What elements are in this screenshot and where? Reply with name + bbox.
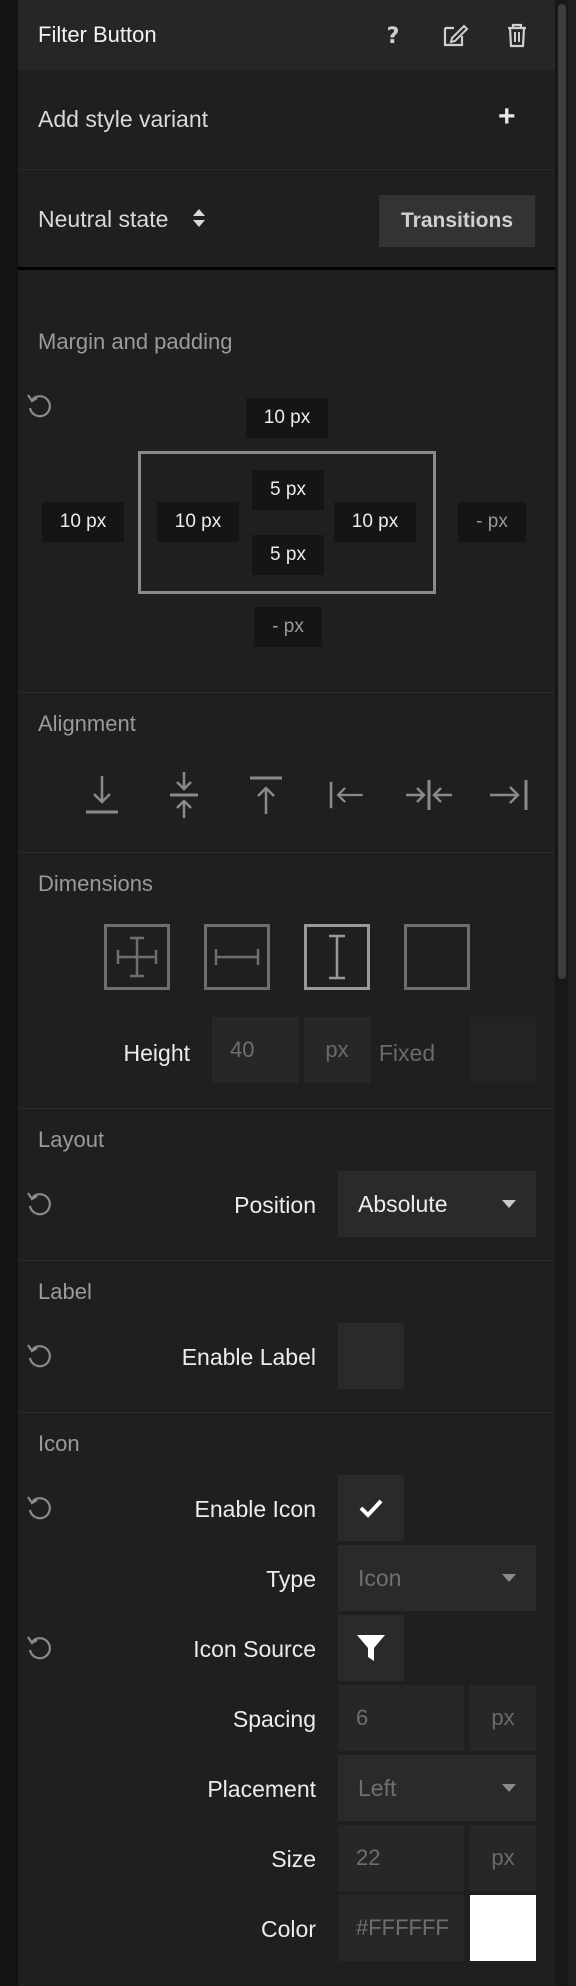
help-icon[interactable]: ? (378, 20, 408, 50)
padding-bottom-chip[interactable]: 5 px (252, 535, 324, 575)
type-label: Type (266, 1566, 316, 1592)
position-select[interactable]: Absolute (338, 1171, 536, 1237)
placement-select[interactable]: Left (338, 1755, 536, 1821)
add-variant-label: Add style variant (38, 106, 209, 132)
enable-icon-checkbox[interactable] (338, 1475, 404, 1541)
icon-source-label: Icon Source (193, 1636, 316, 1662)
enable-icon-label: Enable Icon (194, 1496, 316, 1522)
size-unit[interactable]: px (470, 1825, 536, 1891)
reset-icon[interactable] (26, 1190, 54, 1218)
position-value: Absolute (358, 1191, 448, 1217)
dimensions-title: Dimensions (38, 871, 153, 896)
icon-source-picker[interactable] (338, 1615, 404, 1681)
scrollbar-thumb[interactable] (558, 4, 566, 979)
align-top-icon[interactable] (244, 770, 288, 820)
margin-bottom-chip[interactable]: - px (254, 607, 322, 647)
color-input[interactable]: #FFFFFF (338, 1895, 464, 1961)
style-panel: Filter Button ? Add style variant + Neut… (16, 0, 556, 1986)
type-select[interactable]: Icon (338, 1545, 536, 1611)
reset-icon[interactable] (26, 1494, 54, 1522)
padding-right-chip[interactable]: 10 px (334, 502, 416, 542)
placement-value: Left (358, 1775, 397, 1801)
height-unit[interactable]: px (304, 1017, 370, 1083)
margin-right-chip[interactable]: - px (458, 502, 526, 542)
state-row: Neutral state Transitions (18, 170, 555, 270)
size-none-icon[interactable] (404, 924, 470, 990)
placement-label: Placement (207, 1776, 316, 1802)
align-left-icon[interactable] (324, 770, 368, 820)
enable-label-label: Enable Label (181, 1344, 316, 1370)
chevron-down-icon (502, 1784, 516, 1792)
spacing-input[interactable]: 6 (338, 1685, 464, 1751)
align-vertical-center-icon[interactable] (162, 770, 206, 820)
height-label: Height (123, 1040, 190, 1066)
chevron-down-icon (502, 1200, 516, 1208)
reset-icon[interactable] (26, 1634, 54, 1662)
panel-title: Filter Button (38, 22, 157, 47)
trash-icon[interactable] (502, 20, 532, 50)
add-variant-row[interactable]: Add style variant + (18, 70, 555, 170)
height-input[interactable]: 40 (212, 1017, 298, 1083)
fixed-label: Fixed (378, 1040, 436, 1066)
size-both-icon[interactable] (104, 924, 170, 990)
size-label: Size (271, 1846, 316, 1872)
alignment-title: Alignment (38, 711, 136, 736)
filter-icon (357, 1635, 385, 1661)
edit-icon[interactable] (440, 20, 470, 50)
scrollbar[interactable] (556, 0, 568, 1986)
checkmark-icon (359, 1499, 383, 1518)
type-value: Icon (358, 1565, 402, 1591)
spacing-label: Spacing (232, 1706, 316, 1732)
icon-title: Icon (38, 1431, 80, 1456)
size-height-icon[interactable] (304, 924, 370, 990)
color-label: Color (261, 1916, 316, 1942)
reset-icon[interactable] (26, 1342, 54, 1370)
state-select[interactable]: Neutral state (38, 206, 168, 233)
size-width-icon[interactable] (204, 924, 270, 990)
panel-header: Filter Button ? (18, 0, 555, 70)
plus-icon[interactable]: + (498, 102, 516, 132)
spacing-unit[interactable]: px (470, 1685, 536, 1751)
enable-label-checkbox[interactable] (338, 1323, 404, 1389)
margin-left-chip[interactable]: 10 px (42, 502, 124, 542)
color-swatch[interactable] (470, 1895, 536, 1961)
label-section: Label (18, 1261, 555, 1413)
reset-icon[interactable] (26, 392, 54, 420)
svg-text:?: ? (387, 24, 400, 49)
fixed-checkbox[interactable] (470, 1017, 536, 1083)
padding-top-chip[interactable]: 5 px (252, 470, 324, 510)
align-right-icon[interactable] (484, 770, 534, 820)
margin-padding-title: Margin and padding (38, 329, 233, 354)
padding-left-chip[interactable]: 10 px (157, 502, 239, 542)
layout-title: Layout (38, 1127, 105, 1152)
label-title: Label (38, 1279, 92, 1304)
align-horizontal-center-icon[interactable] (404, 770, 454, 820)
transitions-button[interactable]: Transitions (379, 195, 535, 247)
left-gutter (0, 0, 16, 1986)
position-label: Position (234, 1192, 316, 1218)
align-bottom-icon[interactable] (80, 770, 124, 820)
size-input[interactable]: 22 (338, 1825, 464, 1891)
chevron-down-icon (502, 1574, 516, 1582)
margin-top-chip[interactable]: 10 px (246, 398, 328, 438)
sort-arrows-icon[interactable] (192, 205, 206, 231)
